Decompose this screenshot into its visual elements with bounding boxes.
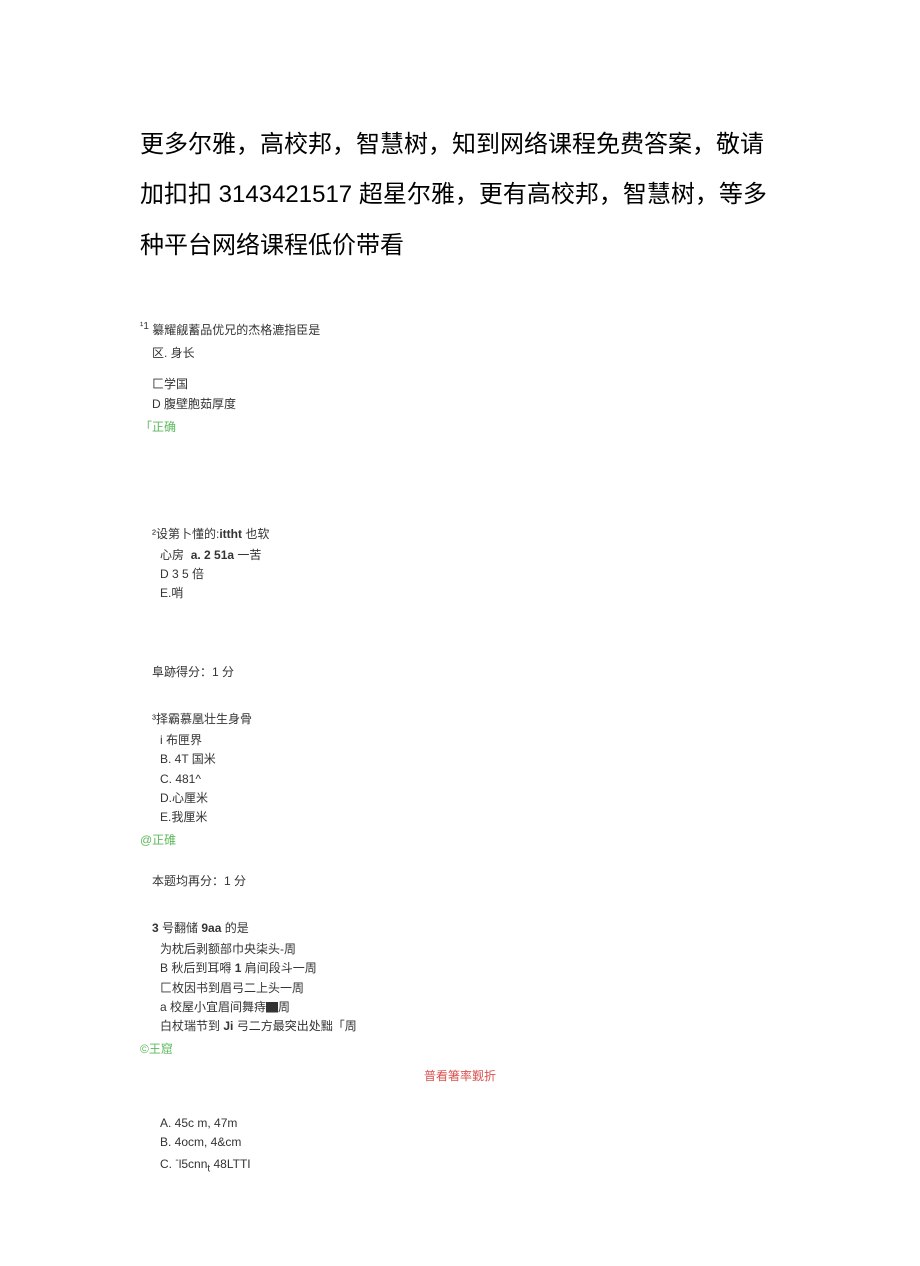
question-4-opt-e-suffix: 弓二方最突出处黜「周	[233, 1019, 356, 1033]
question-5-option-c: C. -l5cnnt 48LTTI	[160, 1153, 780, 1177]
question-4-option-c: 匚枚因书到眉弓二上头一周	[160, 979, 780, 998]
question-4-number: 3	[152, 921, 159, 935]
question-5-option-a: A. 45c m, 47m	[160, 1114, 780, 1133]
header-number: 3143421517	[219, 181, 352, 208]
question-2-opt-a-suffix: 一苦	[234, 548, 261, 562]
question-3-option-d: D.心厘米	[160, 789, 780, 808]
question-4-bold: 9aa	[201, 921, 221, 935]
question-1-status: 「正确	[140, 418, 780, 435]
question-4-option-d: a 校屋小宜眉间舞痔▇周	[160, 998, 780, 1017]
question-3-status: @正碓	[140, 831, 780, 848]
question-5-opt-c-mid: l5cnn	[179, 1157, 208, 1171]
question-4-option-b: B 秋后到耳嘚 1 肩间段斗一周	[160, 959, 780, 978]
question-1-option-c: 匚学国	[152, 375, 780, 394]
question-5-opt-c-suffix: 48LTTI	[210, 1157, 250, 1171]
question-4-opt-b-prefix: B 秋后到耳嘚	[160, 961, 235, 975]
question-4-prefix: 号翻储	[159, 921, 202, 935]
question-4-option-e: 白杖瑞节到 Ji 弓二方最突出处黜「周	[160, 1017, 780, 1036]
question-4-option-a: 为枕后剥额部巾央柒头-周	[160, 940, 780, 959]
question-4-title: 3 号翻储 9aa 的是	[152, 919, 780, 936]
question-4: 3 号翻储 9aa 的是 为枕后剥额部巾央柒头-周 B 秋后到耳嘚 1 肩间段斗…	[140, 919, 780, 1084]
question-2-option-line: 心房 a. 2 51a 一苦	[160, 546, 780, 565]
question-4-suffix: 的是	[221, 921, 248, 935]
question-2-score: 阜跡得分：1 分	[152, 663, 780, 680]
question-5-option-b: B. 4ocm, 4&cm	[160, 1133, 780, 1152]
question-4-opt-e-prefix: 白杖瑞节到	[160, 1019, 223, 1033]
question-2-suffix: 也软	[242, 527, 269, 541]
question-1-option-d: D 腹壁胞茹厚度	[152, 395, 780, 414]
question-2-option-d: D 3 5 倍	[160, 565, 780, 584]
question-3-option-i: i 布匣界	[160, 731, 780, 750]
header-text: 更多尔雅，高校邦，智慧树，知到网络课程免费答案，敬请加扣扣 3143421517…	[140, 120, 780, 271]
question-3-option-e: E.我厘米	[160, 808, 780, 827]
question-5: A. 45c m, 47m B. 4ocm, 4&cm C. -l5cnnt 4…	[140, 1114, 780, 1177]
question-2-heart: 心房	[160, 548, 184, 562]
question-4-opt-b-suffix: 肩间段斗一周	[241, 961, 316, 975]
question-2: ²设第卜懂的:ittht 也软 心房 a. 2 51a 一苦 D 3 5 倍 E…	[140, 525, 780, 681]
question-2-opt-a-prefix: a. 2 51a	[191, 548, 234, 562]
question-3: ³择霸慕凰壮生身骨 i 布匣界 B. 4T 国米 C. 481^ D.心厘米 E…	[140, 710, 780, 889]
question-3-title: ³择霸慕凰壮生身骨	[152, 710, 780, 727]
question-2-prefix: 设第卜懂的:	[156, 527, 219, 541]
question-4-red-note: 普看箸率觐折	[140, 1067, 780, 1084]
question-3-score: 本题均再分：1 分	[152, 872, 780, 889]
question-4-status: ©王窟	[140, 1040, 780, 1057]
question-3-option-c: C. 481^	[160, 770, 780, 789]
question-4-opt-e-bold: Ji	[223, 1019, 233, 1033]
question-3-text: 择霸慕凰壮生身骨	[156, 712, 252, 726]
question-1-title: ¹1 纂耀觎蓄品优兄的杰格漉指臣是	[140, 321, 780, 338]
question-2-bold: ittht	[219, 527, 242, 541]
question-1-option-a: 区. 身长	[152, 344, 780, 363]
question-1: ¹1 纂耀觎蓄品优兄的杰格漉指臣是 区. 身长 匚学国 D 腹壁胞茹厚度 「正确	[140, 321, 780, 435]
question-1-text: 纂耀觎蓄品优兄的杰格漉指臣是	[152, 323, 320, 337]
question-2-title: ²设第卜懂的:ittht 也软	[152, 525, 780, 542]
question-2-option-e: E.哨	[160, 584, 780, 603]
question-1-number: ¹1	[140, 321, 149, 332]
question-5-opt-c-prefix: C.	[160, 1157, 175, 1171]
question-3-option-b: B. 4T 国米	[160, 750, 780, 769]
